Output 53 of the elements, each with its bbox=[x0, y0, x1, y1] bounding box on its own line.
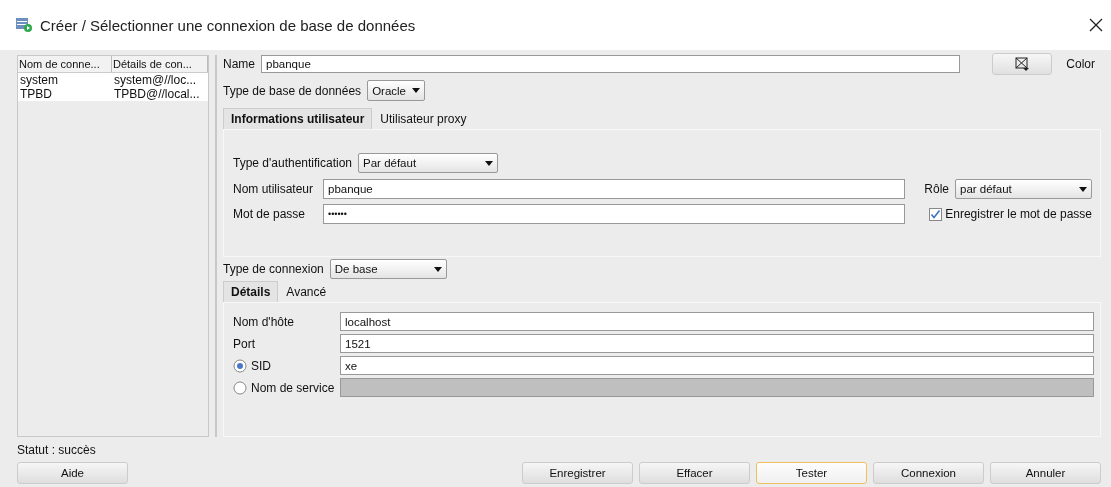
database-icon bbox=[16, 18, 32, 32]
input-field[interactable]: 1521 bbox=[340, 334, 1094, 353]
field-label: Port bbox=[233, 336, 255, 351]
caret-icon bbox=[433, 266, 442, 272]
tab[interactable]: Utilisateur proxy bbox=[372, 108, 475, 129]
window-title: Créer / Sélectionner une connexion de base de données bbox=[40, 16, 417, 34]
field-label: Type de connexion bbox=[223, 262, 324, 276]
action-button[interactable]: Effacer bbox=[639, 462, 750, 484]
checkbox-label: Enregistrer le mot de passe bbox=[945, 207, 1092, 221]
field-label: Mot de passe bbox=[233, 207, 307, 221]
color-swatch-icon bbox=[1015, 57, 1030, 71]
table-cell-text: system@//loc... bbox=[113, 73, 198, 87]
field-label: Type d'authentification bbox=[233, 156, 353, 170]
color-button[interactable] bbox=[992, 53, 1053, 75]
field-label: SID bbox=[251, 358, 271, 373]
username-field[interactable]: pbanque bbox=[323, 179, 905, 199]
field-label: Rôle bbox=[924, 182, 949, 196]
radio-button[interactable] bbox=[233, 358, 247, 373]
help-button[interactable]: Aide bbox=[17, 462, 128, 484]
color-label: Color bbox=[1066, 57, 1095, 71]
authentication-dropdown[interactable]: Par défaut bbox=[358, 153, 499, 173]
column-header[interactable]: Nom de conne... bbox=[18, 56, 112, 73]
field-label: Nom de service bbox=[251, 380, 335, 395]
tab[interactable]: Informations utilisateur bbox=[223, 108, 373, 129]
action-button[interactable]: Enregistrer bbox=[522, 462, 633, 484]
password-field[interactable]: •••••• bbox=[323, 204, 905, 224]
tab[interactable]: Avancé bbox=[278, 281, 335, 302]
action-button[interactable]: Connexion bbox=[873, 462, 984, 484]
column-header[interactable]: Détails de con... bbox=[112, 56, 208, 73]
table-row[interactable]: TPBD TPBD@//local... bbox=[18, 87, 208, 101]
field-label: Nom utilisateur bbox=[233, 182, 315, 196]
input-field[interactable]: xe bbox=[340, 356, 1094, 375]
name-field[interactable]: pbanque bbox=[261, 55, 961, 73]
input-field[interactable]: localhost bbox=[340, 312, 1094, 331]
action-button[interactable]: Annuler bbox=[990, 462, 1101, 484]
connection-type-dropdown[interactable]: De base bbox=[329, 259, 447, 279]
table-row[interactable]: system system@//loc... bbox=[18, 73, 208, 87]
table-cell-text: TPBD bbox=[19, 87, 53, 101]
caret-icon bbox=[1079, 186, 1087, 192]
field-label: Nom d'hôte bbox=[233, 314, 294, 329]
caret-icon bbox=[485, 160, 494, 166]
status-text: Statut : succès bbox=[17, 442, 97, 459]
field-label: Name bbox=[223, 57, 255, 71]
checkbox[interactable] bbox=[929, 207, 943, 221]
tab[interactable]: Détails bbox=[223, 281, 279, 302]
table-cell-text: TPBD@//local... bbox=[113, 87, 201, 101]
caret-icon bbox=[412, 88, 420, 93]
database-type-dropdown[interactable]: Oracle bbox=[367, 80, 425, 101]
table-cell-text: system bbox=[19, 73, 59, 87]
action-button[interactable]: Tester bbox=[756, 462, 867, 484]
field-label: Type de base de données bbox=[223, 83, 362, 98]
close-icon[interactable] bbox=[1089, 18, 1103, 32]
role-dropdown[interactable]: par défaut bbox=[955, 179, 1092, 199]
